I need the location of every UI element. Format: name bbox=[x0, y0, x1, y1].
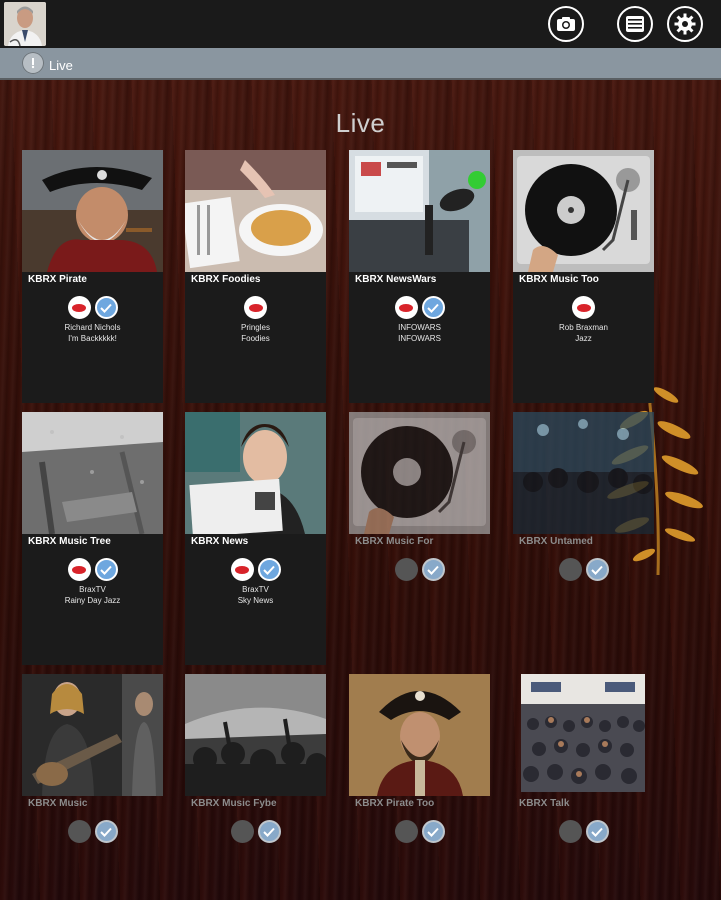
breadcrumb-label: Live bbox=[49, 58, 73, 73]
check-icon[interactable] bbox=[94, 820, 118, 843]
toggle-off-icon[interactable] bbox=[394, 558, 418, 581]
camera-button[interactable] bbox=[548, 6, 584, 42]
channel-thumbnail bbox=[349, 412, 490, 534]
toggle-off-icon[interactable] bbox=[558, 820, 582, 843]
check-icon[interactable] bbox=[421, 558, 445, 581]
check-icon[interactable] bbox=[257, 558, 281, 581]
toggle-off-icon[interactable] bbox=[230, 820, 254, 843]
check-icon[interactable] bbox=[421, 296, 445, 319]
top-bar bbox=[0, 0, 721, 49]
toggle-off-icon[interactable] bbox=[558, 558, 582, 581]
check-icon[interactable] bbox=[94, 558, 118, 581]
source-logo-icon bbox=[67, 558, 91, 581]
channel-line-2: Rainy Day Jazz bbox=[64, 596, 121, 605]
channel-thumbnail bbox=[349, 674, 490, 796]
list-icon bbox=[626, 16, 644, 32]
channel-panel: KBRX Pirate Richard Nichols I'm Backkkkk! bbox=[22, 272, 163, 403]
channel-thumbnail bbox=[521, 674, 645, 792]
user-avatar[interactable] bbox=[4, 2, 46, 46]
check-icon[interactable] bbox=[421, 820, 445, 843]
channel-panel: KBRX Music Too Rob Braxman Jazz bbox=[513, 272, 654, 403]
breadcrumb-bar: Live bbox=[0, 48, 721, 80]
check-icon[interactable] bbox=[94, 296, 118, 319]
channel-line-2: INFOWARS bbox=[398, 334, 441, 343]
channel-thumbnail bbox=[22, 412, 163, 534]
source-logo-icon bbox=[244, 296, 267, 319]
settings-button[interactable] bbox=[667, 6, 703, 42]
channel-panel: KBRX NewsWars INFOWARS INFOWARS bbox=[349, 272, 490, 403]
page-title: Live bbox=[335, 108, 386, 138]
channel-panel: KBRX News BraxTV Sky News bbox=[185, 534, 326, 665]
channel-line-1: Richard Nichols bbox=[64, 323, 121, 332]
channel-line-2: Sky News bbox=[237, 596, 274, 605]
channel-name: KBRX Music Too bbox=[519, 274, 599, 285]
app-window: Live Live KBRX Pirate Richard Nichols I'… bbox=[0, 0, 721, 900]
gear-icon bbox=[674, 13, 696, 35]
channel-name: KBRX NewsWars bbox=[355, 274, 437, 285]
channel-line-1: BraxTV bbox=[242, 585, 269, 594]
check-icon[interactable] bbox=[585, 558, 609, 581]
channel-name: KBRX Music bbox=[28, 798, 88, 809]
source-logo-icon bbox=[230, 558, 254, 581]
source-logo-icon bbox=[394, 296, 418, 319]
channel-thumbnail bbox=[185, 412, 326, 534]
channel-name: KBRX Music For bbox=[355, 536, 434, 547]
channel-line-1: INFOWARS bbox=[398, 323, 441, 332]
check-icon[interactable] bbox=[585, 820, 609, 843]
channel-thumbnail bbox=[185, 674, 326, 796]
channel-name: KBRX Untamed bbox=[519, 536, 593, 547]
channel-panel: KBRX Music Tree BraxTV Rainy Day Jazz bbox=[22, 534, 163, 665]
channel-panel: KBRX Foodies Pringles Foodies bbox=[185, 272, 326, 403]
channel-line-1: Rob Braxman bbox=[559, 323, 608, 332]
channel-name: KBRX Foodies bbox=[191, 274, 261, 285]
channel-thumbnail bbox=[349, 150, 490, 272]
channel-name: KBRX Talk bbox=[519, 798, 570, 809]
channel-name: KBRX Pirate bbox=[28, 274, 87, 285]
channel-line-2: Foodies bbox=[241, 334, 270, 343]
camera-icon bbox=[557, 17, 575, 31]
channel-line-2: Jazz bbox=[575, 334, 592, 343]
info-icon[interactable] bbox=[22, 52, 44, 74]
check-icon[interactable] bbox=[257, 820, 281, 843]
channel-line-2: I'm Backkkkk! bbox=[68, 334, 117, 343]
source-logo-icon bbox=[67, 296, 91, 319]
channel-thumbnail bbox=[22, 674, 163, 796]
channel-thumbnail bbox=[22, 150, 163, 272]
channel-thumbnail bbox=[513, 412, 654, 534]
channel-thumbnail bbox=[513, 150, 654, 272]
menu-button[interactable] bbox=[617, 6, 653, 42]
channel-name: KBRX Music Tree bbox=[28, 536, 111, 547]
source-logo-icon bbox=[572, 296, 595, 319]
channel-thumbnail bbox=[185, 150, 326, 272]
toggle-off-icon[interactable] bbox=[394, 820, 418, 843]
toggle-off-icon[interactable] bbox=[67, 820, 91, 843]
channel-name: KBRX News bbox=[191, 536, 249, 547]
channel-name: KBRX Pirate Too bbox=[355, 798, 435, 809]
channel-name: KBRX Music Fybe bbox=[191, 798, 277, 809]
channel-line-1: BraxTV bbox=[79, 585, 106, 594]
channel-line-1: Pringles bbox=[241, 323, 270, 332]
